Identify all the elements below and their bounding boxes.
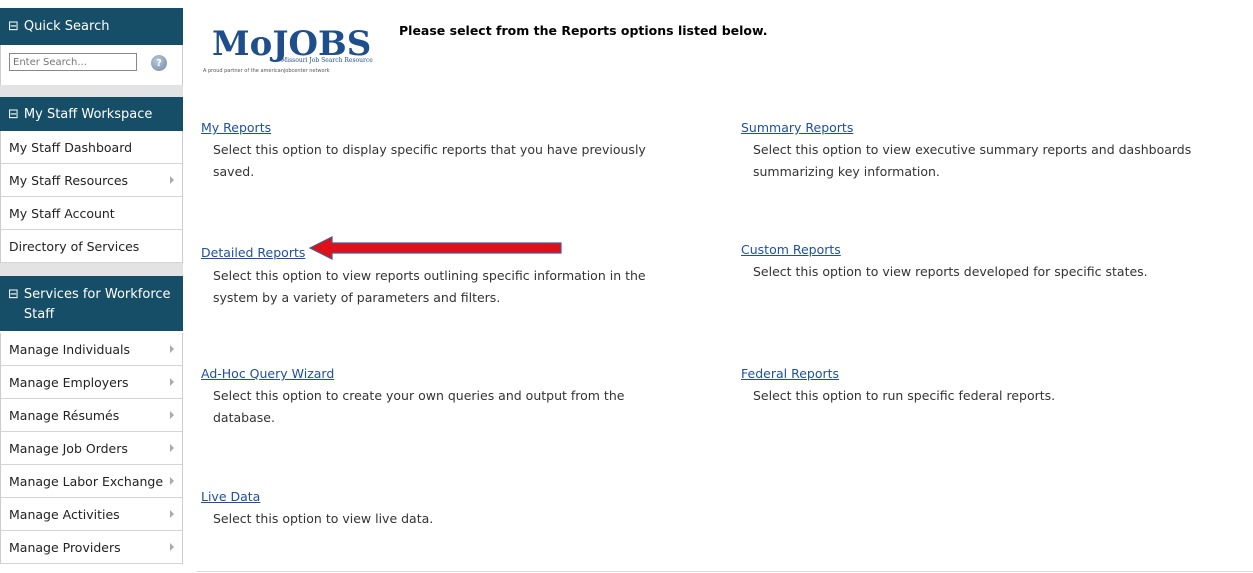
logo-tagline: A proud partner of the americanjobcenter… bbox=[203, 68, 330, 74]
report-my: My Reports Select this option to display… bbox=[201, 120, 681, 183]
sidebar-item-label: My Staff Dashboard bbox=[9, 139, 133, 155]
sidebar-item-label: Manage Employers bbox=[9, 374, 129, 390]
collapse-icon[interactable]: ⊟ bbox=[8, 19, 19, 34]
federal-reports-desc: Select this option to run specific feder… bbox=[753, 388, 1056, 403]
chevron-right-icon bbox=[170, 510, 174, 518]
summary-reports-desc: Select this option to view executive sum… bbox=[753, 142, 1192, 179]
chevron-right-icon bbox=[170, 378, 174, 386]
adhoc-query-link[interactable]: Ad-Hoc Query Wizard bbox=[201, 366, 681, 381]
summary-reports-link[interactable]: Summary Reports bbox=[741, 120, 1241, 135]
workforce-services-title: Services for Workforce Staff bbox=[23, 287, 171, 322]
sidebar-item-manage-r-sum-s[interactable]: Manage Résumés bbox=[1, 399, 182, 432]
sidebar-item-label: Manage Individuals bbox=[9, 341, 131, 357]
report-summary: Summary Reports Select this option to vi… bbox=[741, 120, 1241, 183]
collapse-icon[interactable]: ⊟ bbox=[8, 285, 19, 305]
sidebar-item-label: My Staff Account bbox=[9, 205, 115, 221]
report-federal: Federal Reports Select this option to ru… bbox=[741, 366, 1241, 407]
collapse-icon[interactable]: ⊟ bbox=[8, 107, 19, 122]
sidebar-item-manage-activities[interactable]: Manage Activities bbox=[1, 498, 182, 531]
chevron-right-icon bbox=[170, 543, 174, 551]
detailed-reports-desc: Select this option to view reports outli… bbox=[213, 268, 646, 305]
sidebar-item-my-staff-account[interactable]: My Staff Account bbox=[1, 197, 182, 230]
page-heading: Please select from the Reports options l… bbox=[399, 23, 768, 38]
scrollbar[interactable] bbox=[183, 0, 197, 573]
sidebar-item-manage-employers[interactable]: Manage Employers bbox=[1, 366, 182, 399]
sidebar-item-label: Manage Labor Exchange bbox=[9, 473, 164, 489]
search-input[interactable] bbox=[9, 53, 137, 71]
chevron-right-icon bbox=[170, 411, 174, 419]
sidebar-item-manage-labor-exchange[interactable]: Manage Labor Exchange bbox=[1, 465, 182, 498]
quick-search-title: Quick Search bbox=[23, 19, 110, 34]
workforce-services-menu: Manage Individuals Manage Employers Manage… bbox=[0, 333, 183, 564]
report-custom: Custom Reports Select this option to vie… bbox=[741, 242, 1241, 283]
chevron-right-icon bbox=[170, 345, 174, 353]
live-data-desc: Select this option to view live data. bbox=[213, 511, 434, 526]
sidebar-item-label: Manage Résumés bbox=[9, 407, 120, 423]
staff-workspace-menu: My Staff Dashboard My Staff Resources My S… bbox=[0, 131, 183, 263]
quick-search-header[interactable]: ⊟ Quick Search bbox=[0, 8, 183, 45]
mojobs-logo: MoJOBS Missouri Job Search Resource A pr… bbox=[203, 24, 383, 84]
custom-reports-link[interactable]: Custom Reports bbox=[741, 242, 1241, 257]
workforce-services-header[interactable]: ⊟ Services for Workforce Staff bbox=[0, 276, 183, 331]
my-reports-desc: Select this option to display specific r… bbox=[213, 142, 646, 179]
custom-reports-desc: Select this option to view reports devel… bbox=[753, 264, 1148, 279]
sidebar-item-label: Manage Activities bbox=[9, 506, 120, 522]
logo-sub-text: Missouri Job Search Resource bbox=[281, 57, 373, 64]
my-reports-link[interactable]: My Reports bbox=[201, 120, 681, 135]
detailed-reports-link[interactable]: Detailed Reports bbox=[201, 245, 305, 260]
sidebar-item-directory-of-services[interactable]: Directory of Services bbox=[1, 230, 182, 263]
sidebar-item-label: Manage Job Orders bbox=[9, 440, 128, 456]
chevron-right-icon bbox=[170, 176, 174, 184]
sidebar-item-manage-individuals[interactable]: Manage Individuals bbox=[1, 333, 182, 366]
help-icon[interactable]: ? bbox=[151, 55, 167, 71]
report-live: Live Data Select this option to view liv… bbox=[201, 489, 681, 530]
chevron-right-icon bbox=[170, 477, 174, 485]
chevron-right-icon bbox=[170, 444, 174, 452]
sidebar-item-manage-providers[interactable]: Manage Providers bbox=[1, 531, 182, 564]
sidebar: ⊟ Quick Search ? ⊟ My Staff Workspace My… bbox=[0, 0, 183, 573]
live-data-link[interactable]: Live Data bbox=[201, 489, 681, 504]
sidebar-item-manage-job-orders[interactable]: Manage Job Orders bbox=[1, 432, 182, 465]
report-adhoc: Ad-Hoc Query Wizard Select this option t… bbox=[201, 366, 681, 429]
staff-workspace-header[interactable]: ⊟ My Staff Workspace bbox=[0, 97, 183, 131]
federal-reports-link[interactable]: Federal Reports bbox=[741, 366, 1241, 381]
sidebar-item-label: Directory of Services bbox=[9, 238, 140, 254]
sidebar-item-my-staff-resources[interactable]: My Staff Resources bbox=[1, 164, 182, 197]
quick-search-body: ? bbox=[0, 45, 183, 85]
adhoc-query-desc: Select this option to create your own qu… bbox=[213, 388, 625, 425]
divider bbox=[0, 85, 183, 97]
sidebar-item-my-staff-dashboard[interactable]: My Staff Dashboard bbox=[1, 131, 182, 164]
sidebar-item-label: Manage Providers bbox=[9, 539, 121, 555]
sidebar-item-label: My Staff Resources bbox=[9, 172, 129, 188]
annotation-arrow-icon bbox=[308, 236, 562, 260]
staff-workspace-title: My Staff Workspace bbox=[23, 106, 153, 122]
divider bbox=[197, 571, 1253, 572]
divider bbox=[0, 263, 183, 276]
